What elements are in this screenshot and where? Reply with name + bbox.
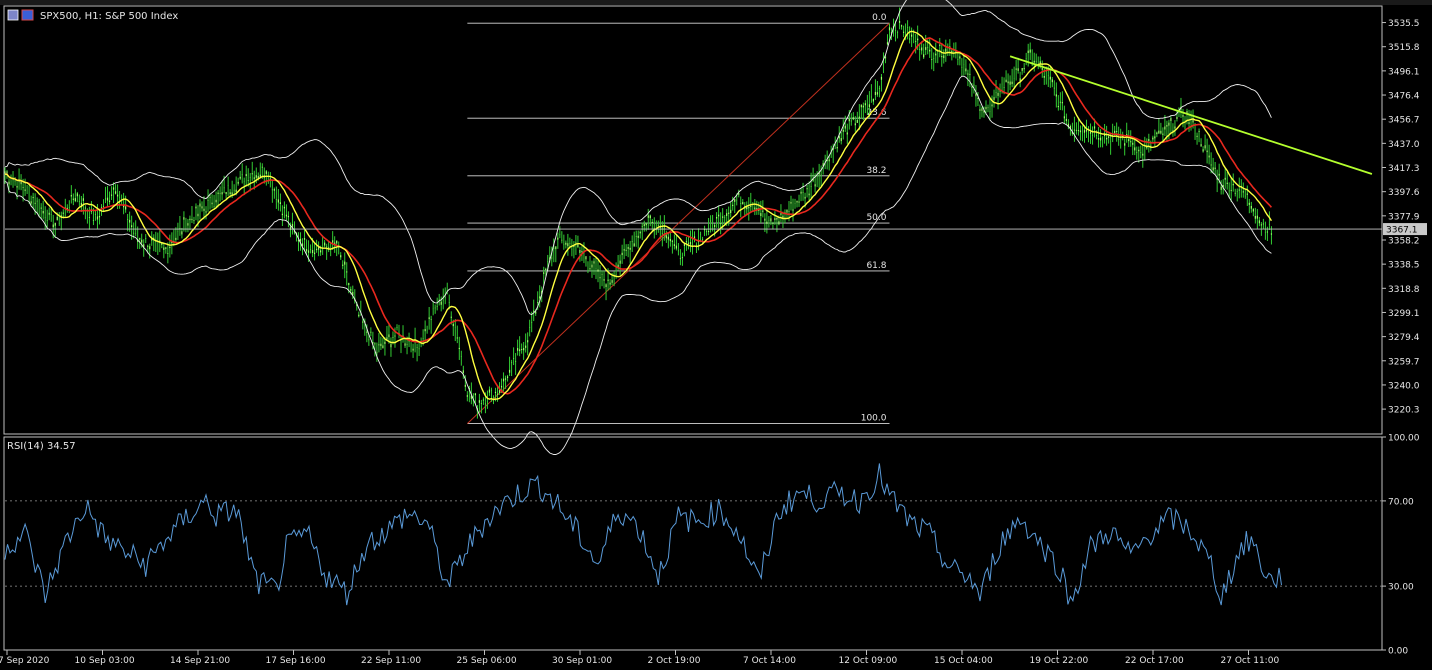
time-tick-label: 10 Sep 03:00 [75,656,135,666]
chart-title: SPX500, H1: S&P 500 Index [40,11,178,22]
time-tick-label: 25 Sep 06:00 [457,656,517,666]
rsi-tick-label: 0.00 [1388,647,1408,657]
time-tick-label: 27 Oct 11:00 [1221,656,1280,666]
toolbar-edge [0,0,1432,5]
time-tick-label: 22 Sep 11:00 [361,656,421,666]
time-tick-label: 14 Sep 21:00 [170,656,230,666]
time-tick-label: 19 Oct 22:00 [1030,656,1089,666]
chart-background [0,0,1432,670]
rsi-tick-label: 30.00 [1388,583,1414,593]
time-tick-label: 2 Oct 19:00 [648,656,701,666]
time-tick-label: 7 Oct 14:00 [743,656,796,666]
time-tick-label: 7 Sep 2020 [0,656,50,666]
fib-level-label: 0.0 [872,13,887,23]
time-tick-label: 15 Oct 04:00 [934,656,993,666]
price-tick-label: 3279.4 [1388,333,1420,343]
rsi-title: RSI(14) 34.57 [7,441,76,452]
price-tick-label: 3535.5 [1388,19,1420,29]
price-tick-label: 3437.0 [1388,140,1420,150]
current-price-label: 3367.1 [1386,226,1418,236]
time-tick-label: 30 Sep 01:00 [552,656,612,666]
fib-level-label: 61.8 [866,261,886,271]
fib-level-label: 38.2 [866,166,886,176]
time-tick-label: 12 Oct 09:00 [839,656,898,666]
symbol-icon [7,9,19,21]
rsi-tick-label: 100.00 [1388,434,1420,444]
rsi-tick-label: 70.00 [1388,497,1414,507]
price-tick-label: 3515.8 [1388,43,1420,53]
price-tick-label: 3318.8 [1388,285,1420,295]
price-tick-label: 3476.4 [1388,92,1420,102]
price-tick-label: 3338.5 [1388,261,1420,271]
fib-level-label: 100.0 [861,414,887,424]
price-tick-label: 3377.9 [1388,212,1420,222]
price-tick-label: 3456.7 [1388,116,1420,126]
price-tick-label: 3220.3 [1388,406,1420,416]
price-tick-label: 3299.1 [1388,309,1420,319]
price-tick-label: 3417.3 [1388,164,1420,174]
flag-icon [21,9,34,21]
trading-chart[interactable]: 0.023.638.250.061.8100.0 3535.53515.8349… [0,0,1432,670]
time-tick-label: 17 Sep 16:00 [266,656,326,666]
price-tick-label: 3240.0 [1388,381,1420,391]
price-tick-label: 3358.2 [1388,236,1420,246]
price-tick-label: 3397.6 [1388,188,1420,198]
time-tick-label: 22 Oct 17:00 [1125,656,1184,666]
price-tick-label: 3259.7 [1388,357,1420,367]
price-tick-label: 3496.1 [1388,67,1420,77]
